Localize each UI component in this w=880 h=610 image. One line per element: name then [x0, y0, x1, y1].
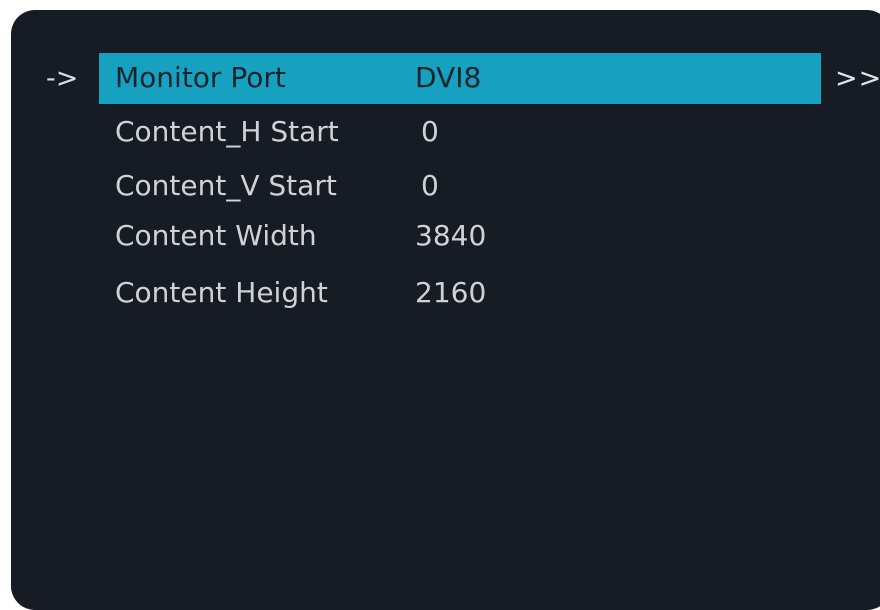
menu-item-content-height[interactable]: Content Height 2160	[115, 273, 815, 313]
menu-item-label: Content_V Start	[115, 169, 337, 202]
menu-item-value: 3840	[415, 219, 487, 252]
selection-cursor-arrow-icon: ->	[46, 63, 79, 94]
menu-item-monitor-port[interactable]: Monitor Port DVI8	[115, 58, 815, 98]
menu-item-content-v-start[interactable]: Content_V Start 0	[115, 166, 815, 206]
menu-item-content-h-start[interactable]: Content_H Start 0	[115, 112, 815, 152]
menu-item-value: 0	[421, 169, 439, 202]
menu-item-content-width[interactable]: Content Width 3840	[115, 216, 815, 256]
menu-item-value: DVI8	[415, 61, 482, 94]
menu-item-label: Content_H Start	[115, 115, 339, 148]
menu-item-label: Monitor Port	[115, 61, 286, 94]
osd-menu-panel: -> >> Monitor Port DVI8 Content_H Start …	[11, 10, 880, 610]
menu-item-label: Content Width	[115, 219, 317, 252]
menu-item-value: 0	[421, 115, 439, 148]
next-page-icon[interactable]: >>	[835, 62, 880, 96]
menu-item-value: 2160	[415, 276, 487, 309]
menu-item-label: Content Height	[115, 276, 328, 309]
